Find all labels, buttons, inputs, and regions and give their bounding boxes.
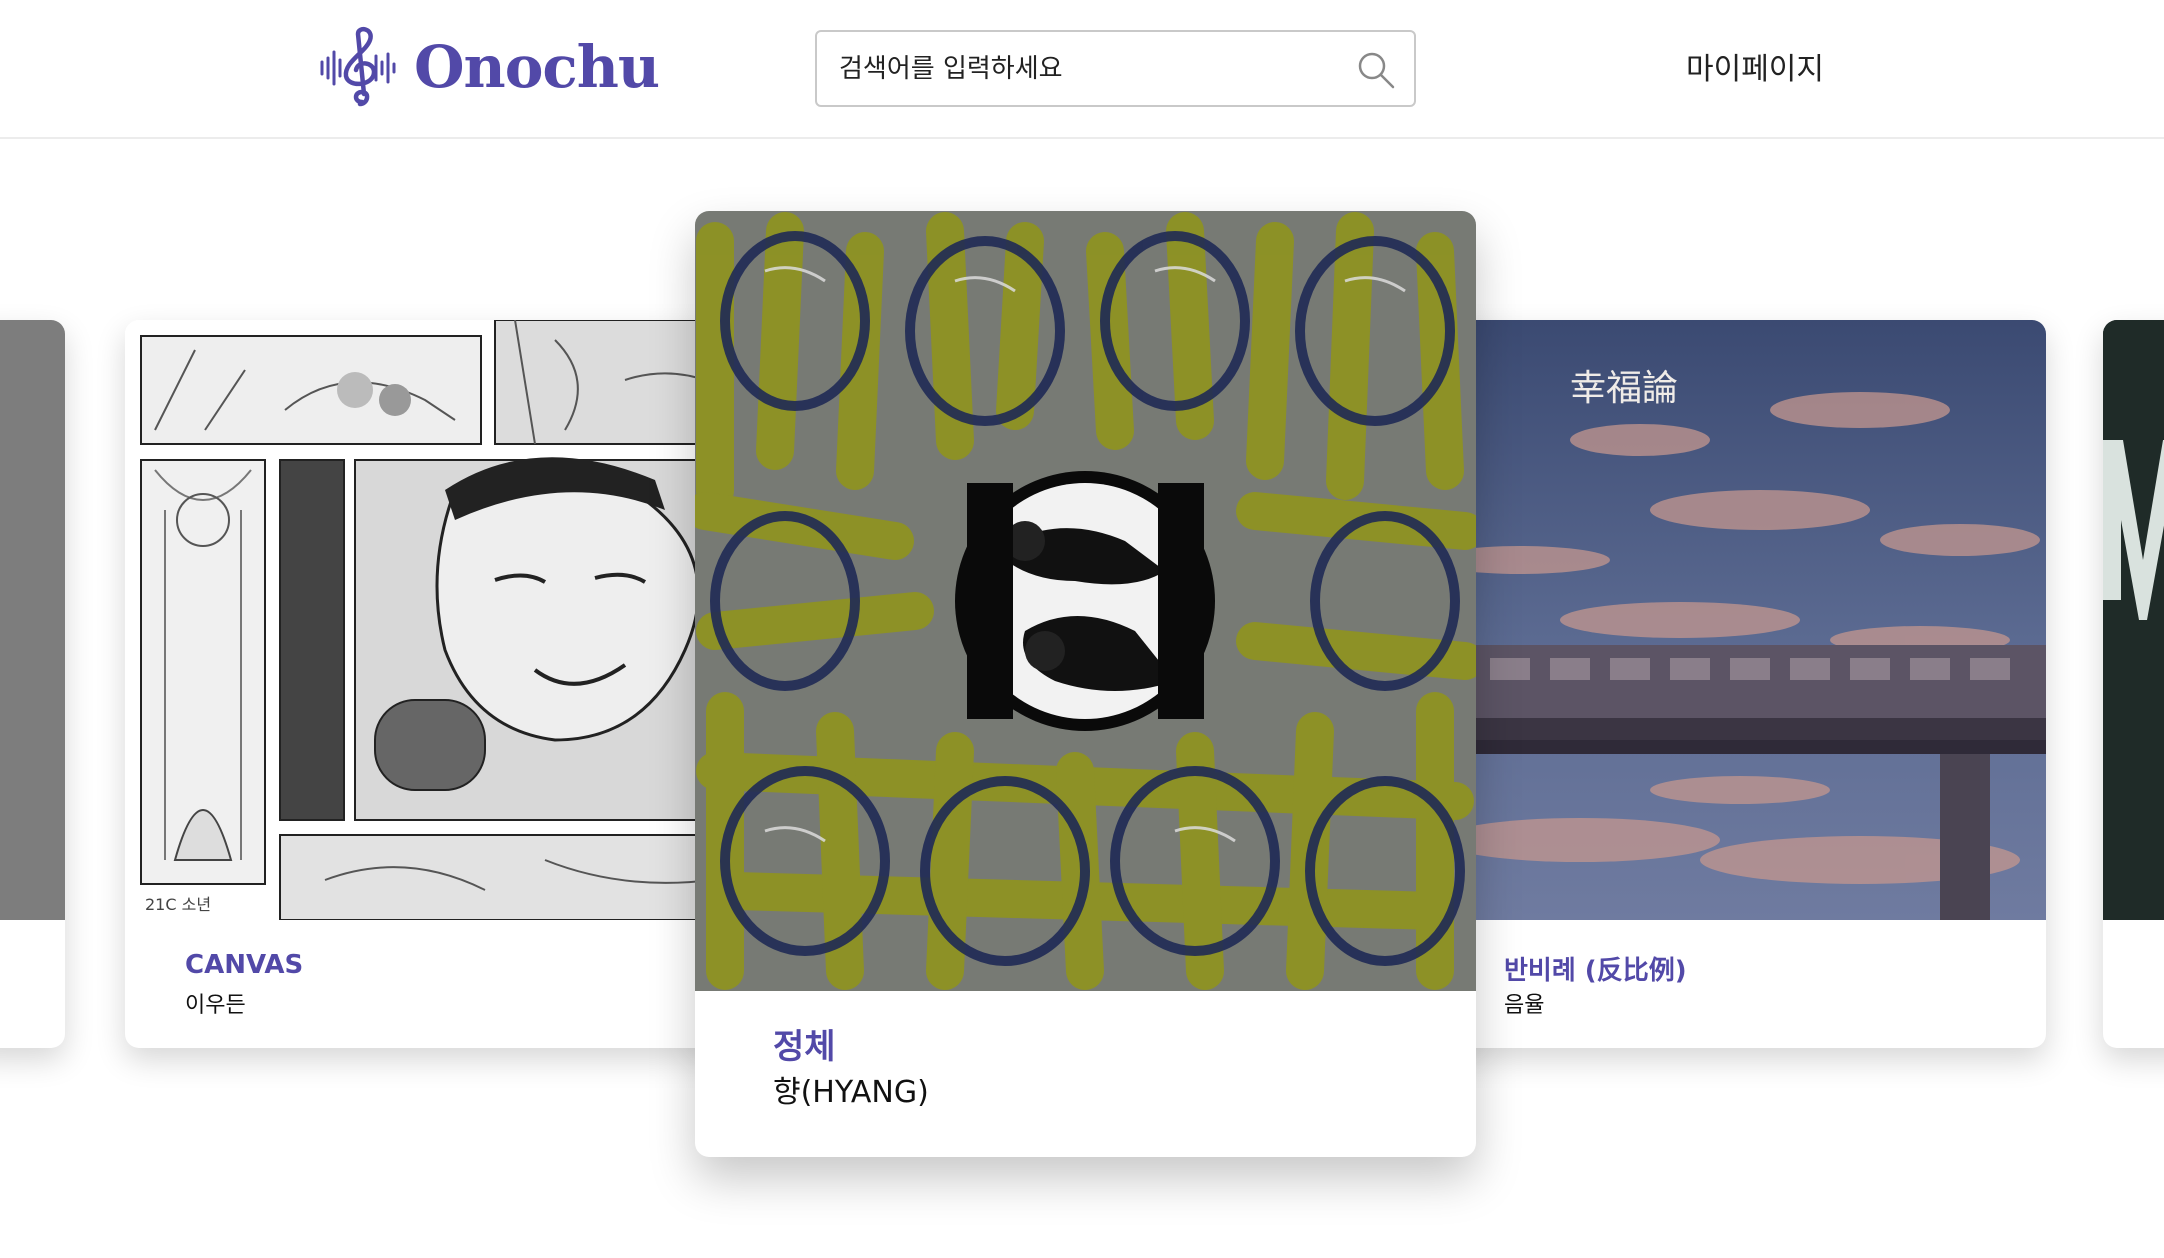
album-cover	[0, 320, 65, 920]
search-box	[815, 30, 1416, 107]
site-header: Onochu 마이페이지	[0, 0, 2164, 139]
album-artist: 음율	[1504, 993, 1545, 1018]
album-title: 정체	[773, 1027, 836, 1067]
cover-text: 幸福論	[1570, 368, 1678, 409]
cover-caption: 21C 소년	[145, 895, 211, 914]
album-card[interactable]	[0, 320, 65, 1048]
album-card[interactable]	[2103, 320, 2164, 1048]
album-card-featured[interactable]: 정체 향(HYANG)	[695, 211, 1476, 1157]
album-cover	[2103, 320, 2164, 920]
album-artist: 향(HYANG)	[773, 1075, 929, 1110]
logo-link[interactable]: Onochu	[318, 24, 660, 110]
search-icon[interactable]	[1356, 50, 1396, 90]
album-title: CANVAS	[185, 950, 304, 980]
album-carousel: 21C 소년 CANVAS 이우든 幸福論 반비례 (反比例) 음율 정체 향(…	[0, 139, 2164, 1258]
logo-text: Onochu	[414, 33, 660, 101]
album-artist: 이우든	[185, 993, 246, 1018]
album-cover	[695, 211, 1476, 991]
album-title: 반비례 (反比例)	[1504, 956, 1687, 986]
search-input[interactable]	[817, 32, 1337, 105]
mypage-link[interactable]: 마이페이지	[1686, 44, 1824, 88]
treble-clef-waveform-icon	[320, 26, 396, 107]
